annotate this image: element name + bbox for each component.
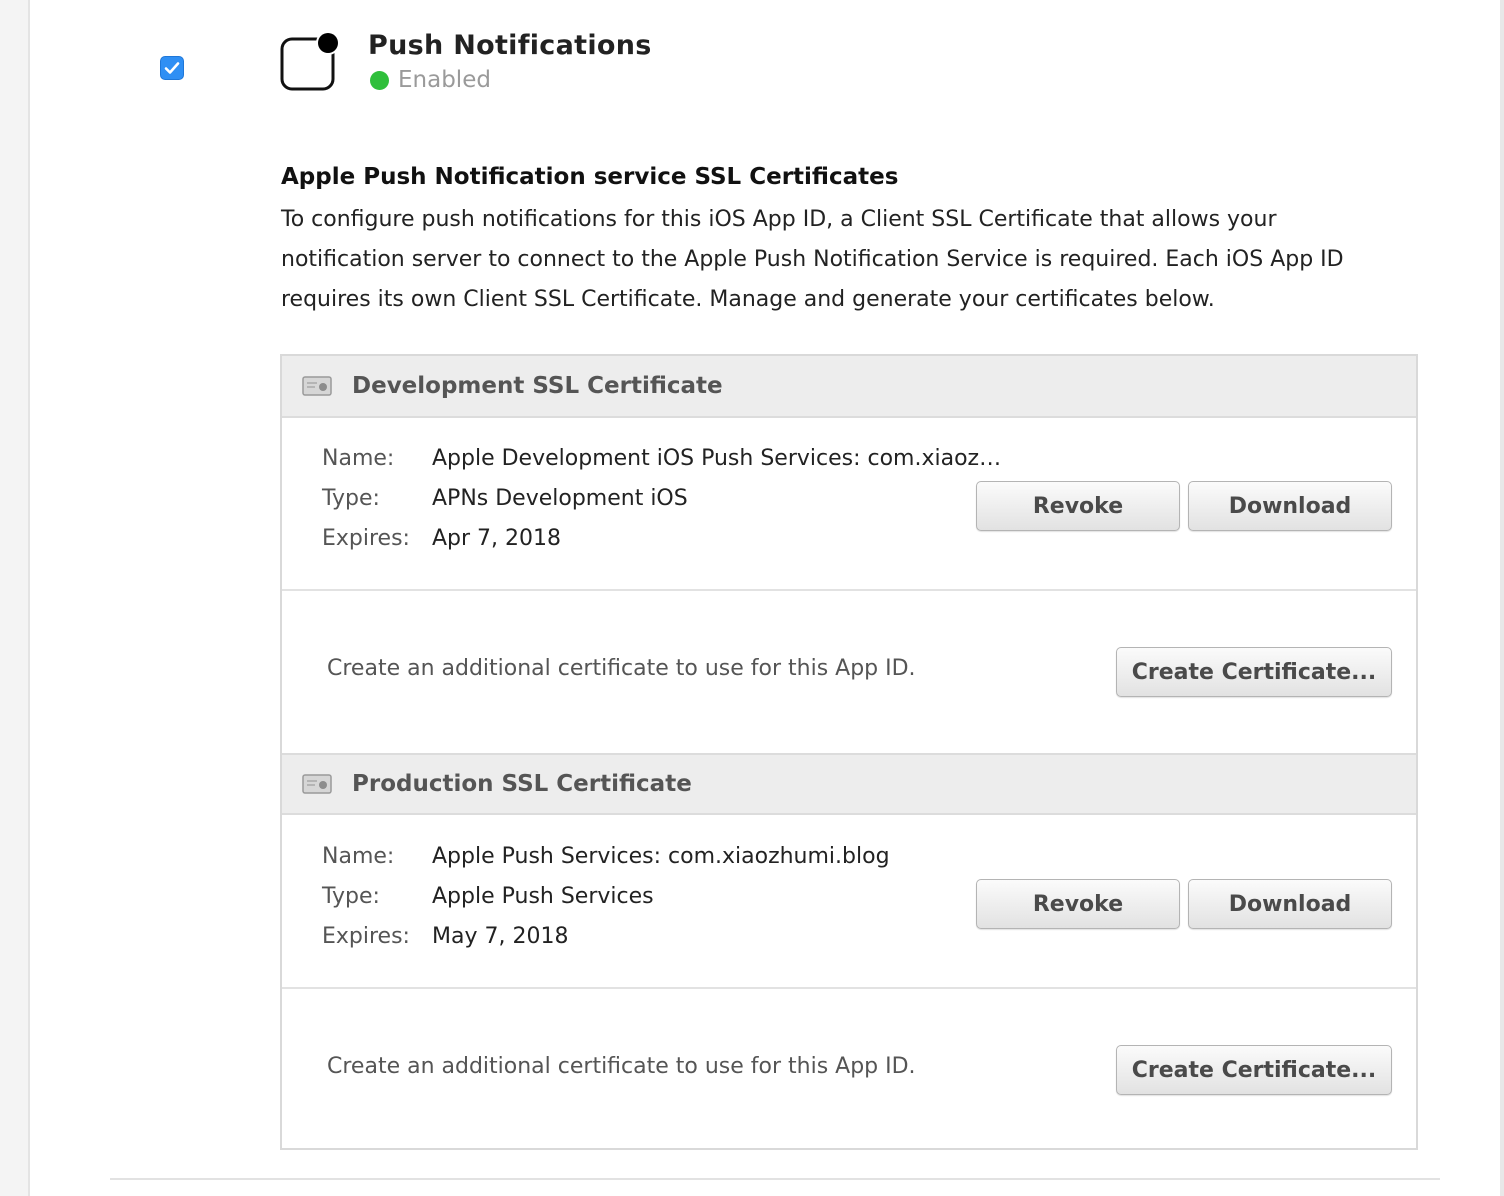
prod-name-value: Apple Push Services: com.xiaozhumi.blog bbox=[432, 844, 890, 869]
dev-expires-value: Apr 7, 2018 bbox=[432, 526, 562, 551]
prod-name-label: Name: bbox=[322, 844, 395, 869]
checkmark-icon bbox=[164, 62, 180, 74]
bottom-divider bbox=[110, 1178, 1440, 1180]
status-dot-icon bbox=[370, 70, 389, 90]
right-scroll-edge bbox=[1500, 0, 1504, 1196]
prod-type-value: Apple Push Services bbox=[432, 884, 654, 909]
page: Push Notifications Enabled Apple Push No… bbox=[0, 0, 1504, 1196]
left-gutter bbox=[0, 0, 30, 1196]
dev-type-value: APNs Development iOS bbox=[432, 486, 688, 511]
prod-type-label: Type: bbox=[322, 884, 380, 909]
section-description: To configure push notifications for this… bbox=[281, 207, 1344, 312]
push-notification-icon bbox=[280, 31, 340, 91]
production-certificate-header: Production SSL Certificate bbox=[282, 753, 1416, 815]
certificate-icon bbox=[302, 376, 332, 396]
prod-expires-value: May 7, 2018 bbox=[432, 924, 569, 949]
dev-create-text: Create an additional certificate to use … bbox=[327, 656, 916, 681]
production-certificate-title: Production SSL Certificate bbox=[352, 771, 692, 797]
prod-expires-label: Expires: bbox=[322, 924, 410, 949]
dev-divider bbox=[282, 589, 1416, 591]
dev-create-certificate-button[interactable]: Create Certificate... bbox=[1116, 647, 1392, 697]
section-heading: Apple Push Notification service SSL Cert… bbox=[281, 164, 899, 190]
prod-download-button[interactable]: Download bbox=[1188, 879, 1392, 929]
prod-create-certificate-button[interactable]: Create Certificate... bbox=[1116, 1045, 1392, 1095]
certificate-icon bbox=[302, 774, 332, 794]
dev-name-value: Apple Development iOS Push Services: com… bbox=[432, 446, 1002, 471]
development-certificate-title: Development SSL Certificate bbox=[352, 373, 723, 399]
certificates-panel: Development SSL Certificate Name: Apple … bbox=[280, 354, 1418, 1150]
prod-divider bbox=[282, 987, 1416, 989]
service-status: Enabled bbox=[370, 67, 491, 93]
development-certificate-header: Development SSL Certificate bbox=[282, 356, 1416, 418]
prod-revoke-button[interactable]: Revoke bbox=[976, 879, 1180, 929]
push-notifications-checkbox[interactable] bbox=[160, 56, 184, 80]
prod-create-text: Create an additional certificate to use … bbox=[327, 1054, 916, 1079]
status-text: Enabled bbox=[398, 67, 491, 93]
service-title: Push Notifications bbox=[368, 30, 652, 61]
dev-type-label: Type: bbox=[322, 486, 380, 511]
dev-download-button[interactable]: Download bbox=[1188, 481, 1392, 531]
dev-expires-label: Expires: bbox=[322, 526, 410, 551]
dev-name-label: Name: bbox=[322, 446, 395, 471]
dev-revoke-button[interactable]: Revoke bbox=[976, 481, 1180, 531]
